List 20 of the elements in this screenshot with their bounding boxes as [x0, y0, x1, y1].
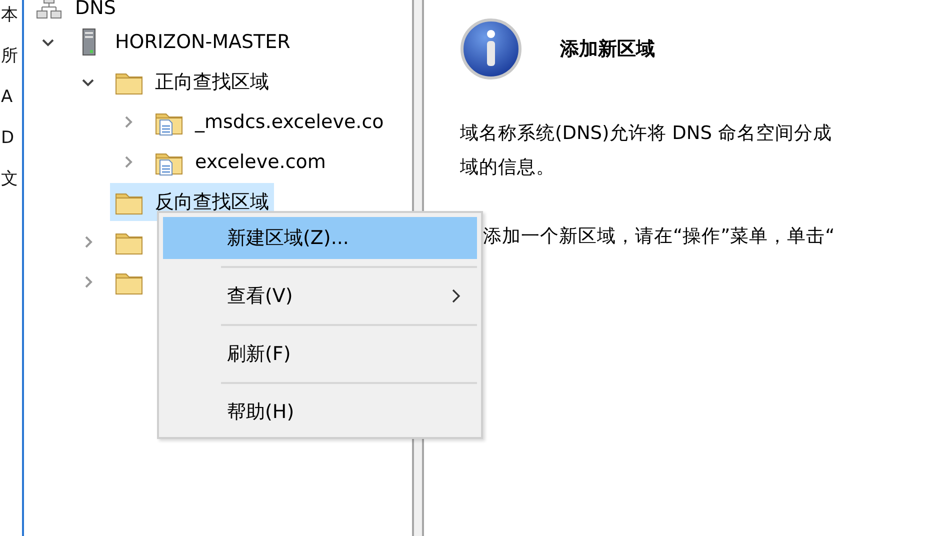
network-icon [35, 0, 63, 22]
tree-item[interactable]: 正向查找区域 [155, 69, 269, 95]
menu-item[interactable]: 刷新(F) [163, 333, 477, 375]
description-text: 添加一个新区域，请在“操作”菜单，单击“ [483, 225, 836, 249]
description-text: 域名称系统(DNS)允许将 DNS 命名空间分成 [460, 122, 833, 146]
side-text: D [1, 127, 16, 150]
info-icon [460, 18, 522, 80]
menu-item[interactable]: 帮助(H) [163, 391, 477, 433]
info-title: 添加新区域 [560, 37, 655, 62]
side-text: 文 [1, 168, 19, 191]
tree-item[interactable]: HORIZON-MASTER [115, 31, 290, 53]
side-text: 本 [1, 4, 19, 27]
menu-item[interactable]: 新建区域(Z)... [163, 217, 477, 259]
side-text: A [1, 86, 14, 109]
menu-item[interactable]: 查看(V) [163, 275, 477, 317]
tree-item[interactable]: _msdcs.exceleve.co [195, 111, 384, 133]
description-text: 域的信息。 [460, 156, 556, 180]
tree-item[interactable]: exceleve.com [195, 151, 326, 173]
tree-item[interactable]: 反向查找区域 [155, 189, 269, 215]
side-text: 所 [1, 45, 19, 68]
